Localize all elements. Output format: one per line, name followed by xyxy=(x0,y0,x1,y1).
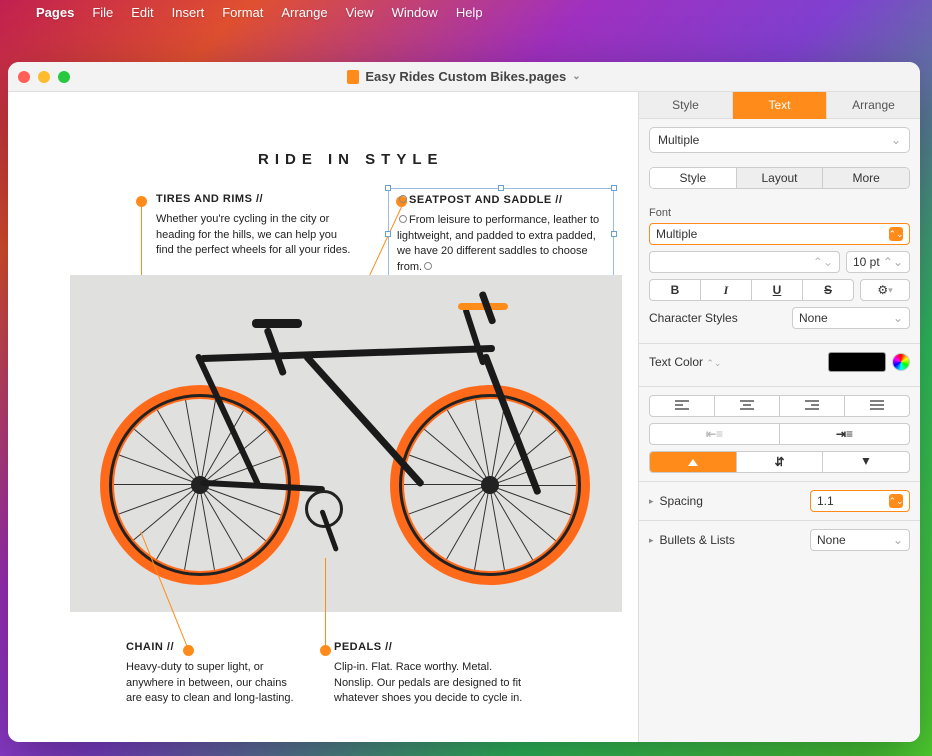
font-size-field[interactable]: 10 pt ⌃⌄ xyxy=(846,251,910,273)
tab-text[interactable]: Text xyxy=(733,92,827,119)
callout-seatpost-selected[interactable]: SEATPOST AND SADDLE // From leisure to p… xyxy=(388,188,614,280)
tab-arrange[interactable]: Arrange xyxy=(827,92,920,119)
font-family-value: Multiple xyxy=(656,227,697,241)
app-menu[interactable]: Pages xyxy=(36,5,74,20)
italic-button[interactable]: I xyxy=(701,280,752,300)
menu-window[interactable]: Window xyxy=(392,5,438,20)
callout-body: Whether you're cycling in the city or he… xyxy=(156,212,356,258)
paragraph-style-value: Multiple xyxy=(658,133,699,147)
color-wheel-button[interactable] xyxy=(892,353,910,371)
bullets-value: None xyxy=(817,533,846,547)
callout-head: CHAIN // xyxy=(126,640,296,655)
menu-insert[interactable]: Insert xyxy=(172,5,205,20)
menubar: Pages File Edit Insert Format Arrange Vi… xyxy=(0,0,932,24)
bold-button[interactable]: B xyxy=(650,280,701,300)
align-left-button[interactable] xyxy=(650,396,715,416)
subtab-layout[interactable]: Layout xyxy=(737,168,824,188)
callout-head: PEDALS // xyxy=(334,640,524,655)
advanced-font-button[interactable]: ⚙︎▾ xyxy=(860,279,910,301)
callout-tires[interactable]: TIRES AND RIMS // Whether you're cycling… xyxy=(156,192,356,259)
align-center-button[interactable] xyxy=(715,396,780,416)
document-name: Easy Rides Custom Bikes.pages xyxy=(365,69,566,84)
h-align-buttons xyxy=(649,395,910,417)
callout-body: Clip-in. Flat. Race worthy. Metal. Nonsl… xyxy=(334,660,524,706)
subtab-more[interactable]: More xyxy=(823,168,909,188)
callout-chain[interactable]: CHAIN // Heavy-duty to super light, or a… xyxy=(126,640,296,707)
zoom-button[interactable] xyxy=(58,71,70,83)
v-align-buttons: ⇵ ▲ xyxy=(649,451,910,473)
subtab-style[interactable]: Style xyxy=(650,168,737,188)
callout-line xyxy=(325,558,326,650)
spacing-select[interactable]: 1.1 ⌃⌄ xyxy=(810,490,910,512)
menu-format[interactable]: Format xyxy=(222,5,263,20)
stepper-icon: ⌃⌄ xyxy=(883,255,903,269)
chevron-down-icon: ⌄ xyxy=(893,533,903,547)
tab-style[interactable]: Style xyxy=(639,92,733,119)
gear-icon: ⚙︎ xyxy=(877,283,888,297)
title-chevron-icon: ⌄ xyxy=(572,71,580,82)
font-style-buttons: B I U S xyxy=(649,279,854,301)
inspector-tabs: Style Text Arrange xyxy=(639,92,920,119)
chevron-down-icon: ⌄ xyxy=(891,133,901,147)
valign-top-button[interactable] xyxy=(650,452,737,472)
window-title[interactable]: Easy Rides Custom Bikes.pages ⌄ xyxy=(78,69,850,84)
callout-body: Heavy-duty to super light, or anywhere i… xyxy=(126,660,296,706)
callout-body: From leisure to performance, leather to … xyxy=(397,213,605,275)
strike-button[interactable]: S xyxy=(803,280,853,300)
spacing-label: Spacing xyxy=(660,494,804,508)
menu-view[interactable]: View xyxy=(346,5,374,20)
menu-edit[interactable]: Edit xyxy=(131,5,153,20)
font-label: Font xyxy=(649,207,910,219)
callout-marker xyxy=(136,196,147,207)
format-inspector: Style Text Arrange Multiple ⌄ Style Layo… xyxy=(638,92,920,742)
stepper-icon: ⌃⌄ xyxy=(889,227,903,241)
valign-middle-button[interactable]: ⇵ xyxy=(737,452,824,472)
indent-buttons: ⇤≡ ⇥≡ xyxy=(649,423,910,445)
document-canvas[interactable]: RIDE IN STYLE TIRES AND RIMS // Whether … xyxy=(8,92,638,742)
disclosure-icon: ▸ xyxy=(649,496,654,507)
font-family-select[interactable]: Multiple ⌃⌄ xyxy=(649,223,910,245)
indent-button[interactable]: ⇥≡ xyxy=(780,424,909,444)
chevron-down-icon: ⌄ xyxy=(893,311,903,325)
bullets-select[interactable]: None ⌄ xyxy=(810,529,910,551)
outdent-button[interactable]: ⇤≡ xyxy=(650,424,780,444)
disclosure-icon: ▸ xyxy=(649,535,654,546)
menu-arrange[interactable]: Arrange xyxy=(281,5,327,20)
text-subtabs: Style Layout More xyxy=(649,167,910,189)
callout-pedals[interactable]: PEDALS // Clip-in. Flat. Race worthy. Me… xyxy=(334,640,524,707)
callout-head: TIRES AND RIMS // xyxy=(156,192,356,207)
text-color-well[interactable] xyxy=(828,352,886,372)
char-styles-select[interactable]: None ⌄ xyxy=(792,307,910,329)
menu-file[interactable]: File xyxy=(92,5,113,20)
traffic-lights xyxy=(18,71,70,83)
callout-head: SEATPOST AND SADDLE // xyxy=(397,193,605,208)
bullets-row[interactable]: ▸ Bullets & Lists None ⌄ xyxy=(639,521,920,559)
text-color-label: Text Color ⌃⌄ xyxy=(649,355,822,369)
app-window: Easy Rides Custom Bikes.pages ⌄ RIDE IN … xyxy=(8,62,920,742)
spacing-row[interactable]: ▸ Spacing 1.1 ⌃⌄ xyxy=(639,482,920,520)
font-size-value: 10 pt xyxy=(853,255,880,269)
underline-button[interactable]: U xyxy=(752,280,803,300)
char-styles-label: Character Styles xyxy=(649,311,786,325)
minimize-button[interactable] xyxy=(38,71,50,83)
align-justify-button[interactable] xyxy=(845,396,909,416)
paragraph-style-select[interactable]: Multiple ⌄ xyxy=(649,127,910,153)
valign-bottom-button[interactable]: ▲ xyxy=(823,452,909,472)
char-styles-value: None xyxy=(799,311,828,325)
align-right-button[interactable] xyxy=(780,396,845,416)
page-title[interactable]: RIDE IN STYLE xyxy=(258,151,444,168)
document-icon xyxy=(347,70,359,84)
font-style-select[interactable]: ⌃⌄ xyxy=(649,251,840,273)
stepper-icon: ⌃⌄ xyxy=(889,494,903,508)
close-button[interactable] xyxy=(18,71,30,83)
menu-help[interactable]: Help xyxy=(456,5,483,20)
bullets-label: Bullets & Lists xyxy=(660,533,804,547)
titlebar: Easy Rides Custom Bikes.pages ⌄ xyxy=(8,62,920,92)
spacing-value: 1.1 xyxy=(817,494,834,508)
